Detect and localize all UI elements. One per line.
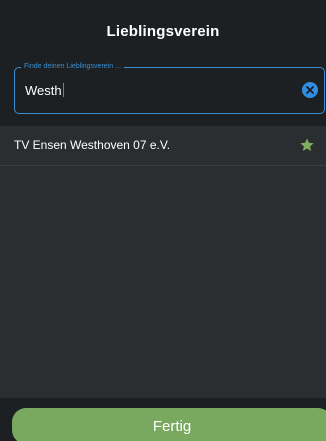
text-caret bbox=[62, 83, 64, 97]
search-input[interactable]: Finde deinen Lieblingsverein ... Westh bbox=[14, 62, 325, 114]
clear-icon bbox=[306, 86, 314, 94]
screen: Lieblingsverein Finde deinen Lieblingsve… bbox=[0, 0, 326, 441]
clear-search-button[interactable] bbox=[302, 82, 318, 98]
search-section: Finde deinen Lieblingsverein ... Westh bbox=[0, 56, 326, 126]
club-name: TV Ensen Westhoven 07 e.V. bbox=[14, 138, 171, 152]
page-title: Lieblingsverein bbox=[106, 22, 220, 40]
star-icon[interactable] bbox=[299, 137, 315, 153]
done-button[interactable]: Fertig bbox=[12, 408, 326, 441]
search-input-value[interactable]: Westh bbox=[25, 83, 64, 99]
results-list-empty-area bbox=[0, 166, 326, 398]
search-input-label: Finde deinen Lieblingsverein ... bbox=[21, 62, 124, 72]
app-header: Lieblingsverein bbox=[0, 0, 326, 56]
search-input-text: Westh bbox=[25, 83, 62, 98]
list-item[interactable]: TV Ensen Westhoven 07 e.V. bbox=[0, 126, 326, 166]
